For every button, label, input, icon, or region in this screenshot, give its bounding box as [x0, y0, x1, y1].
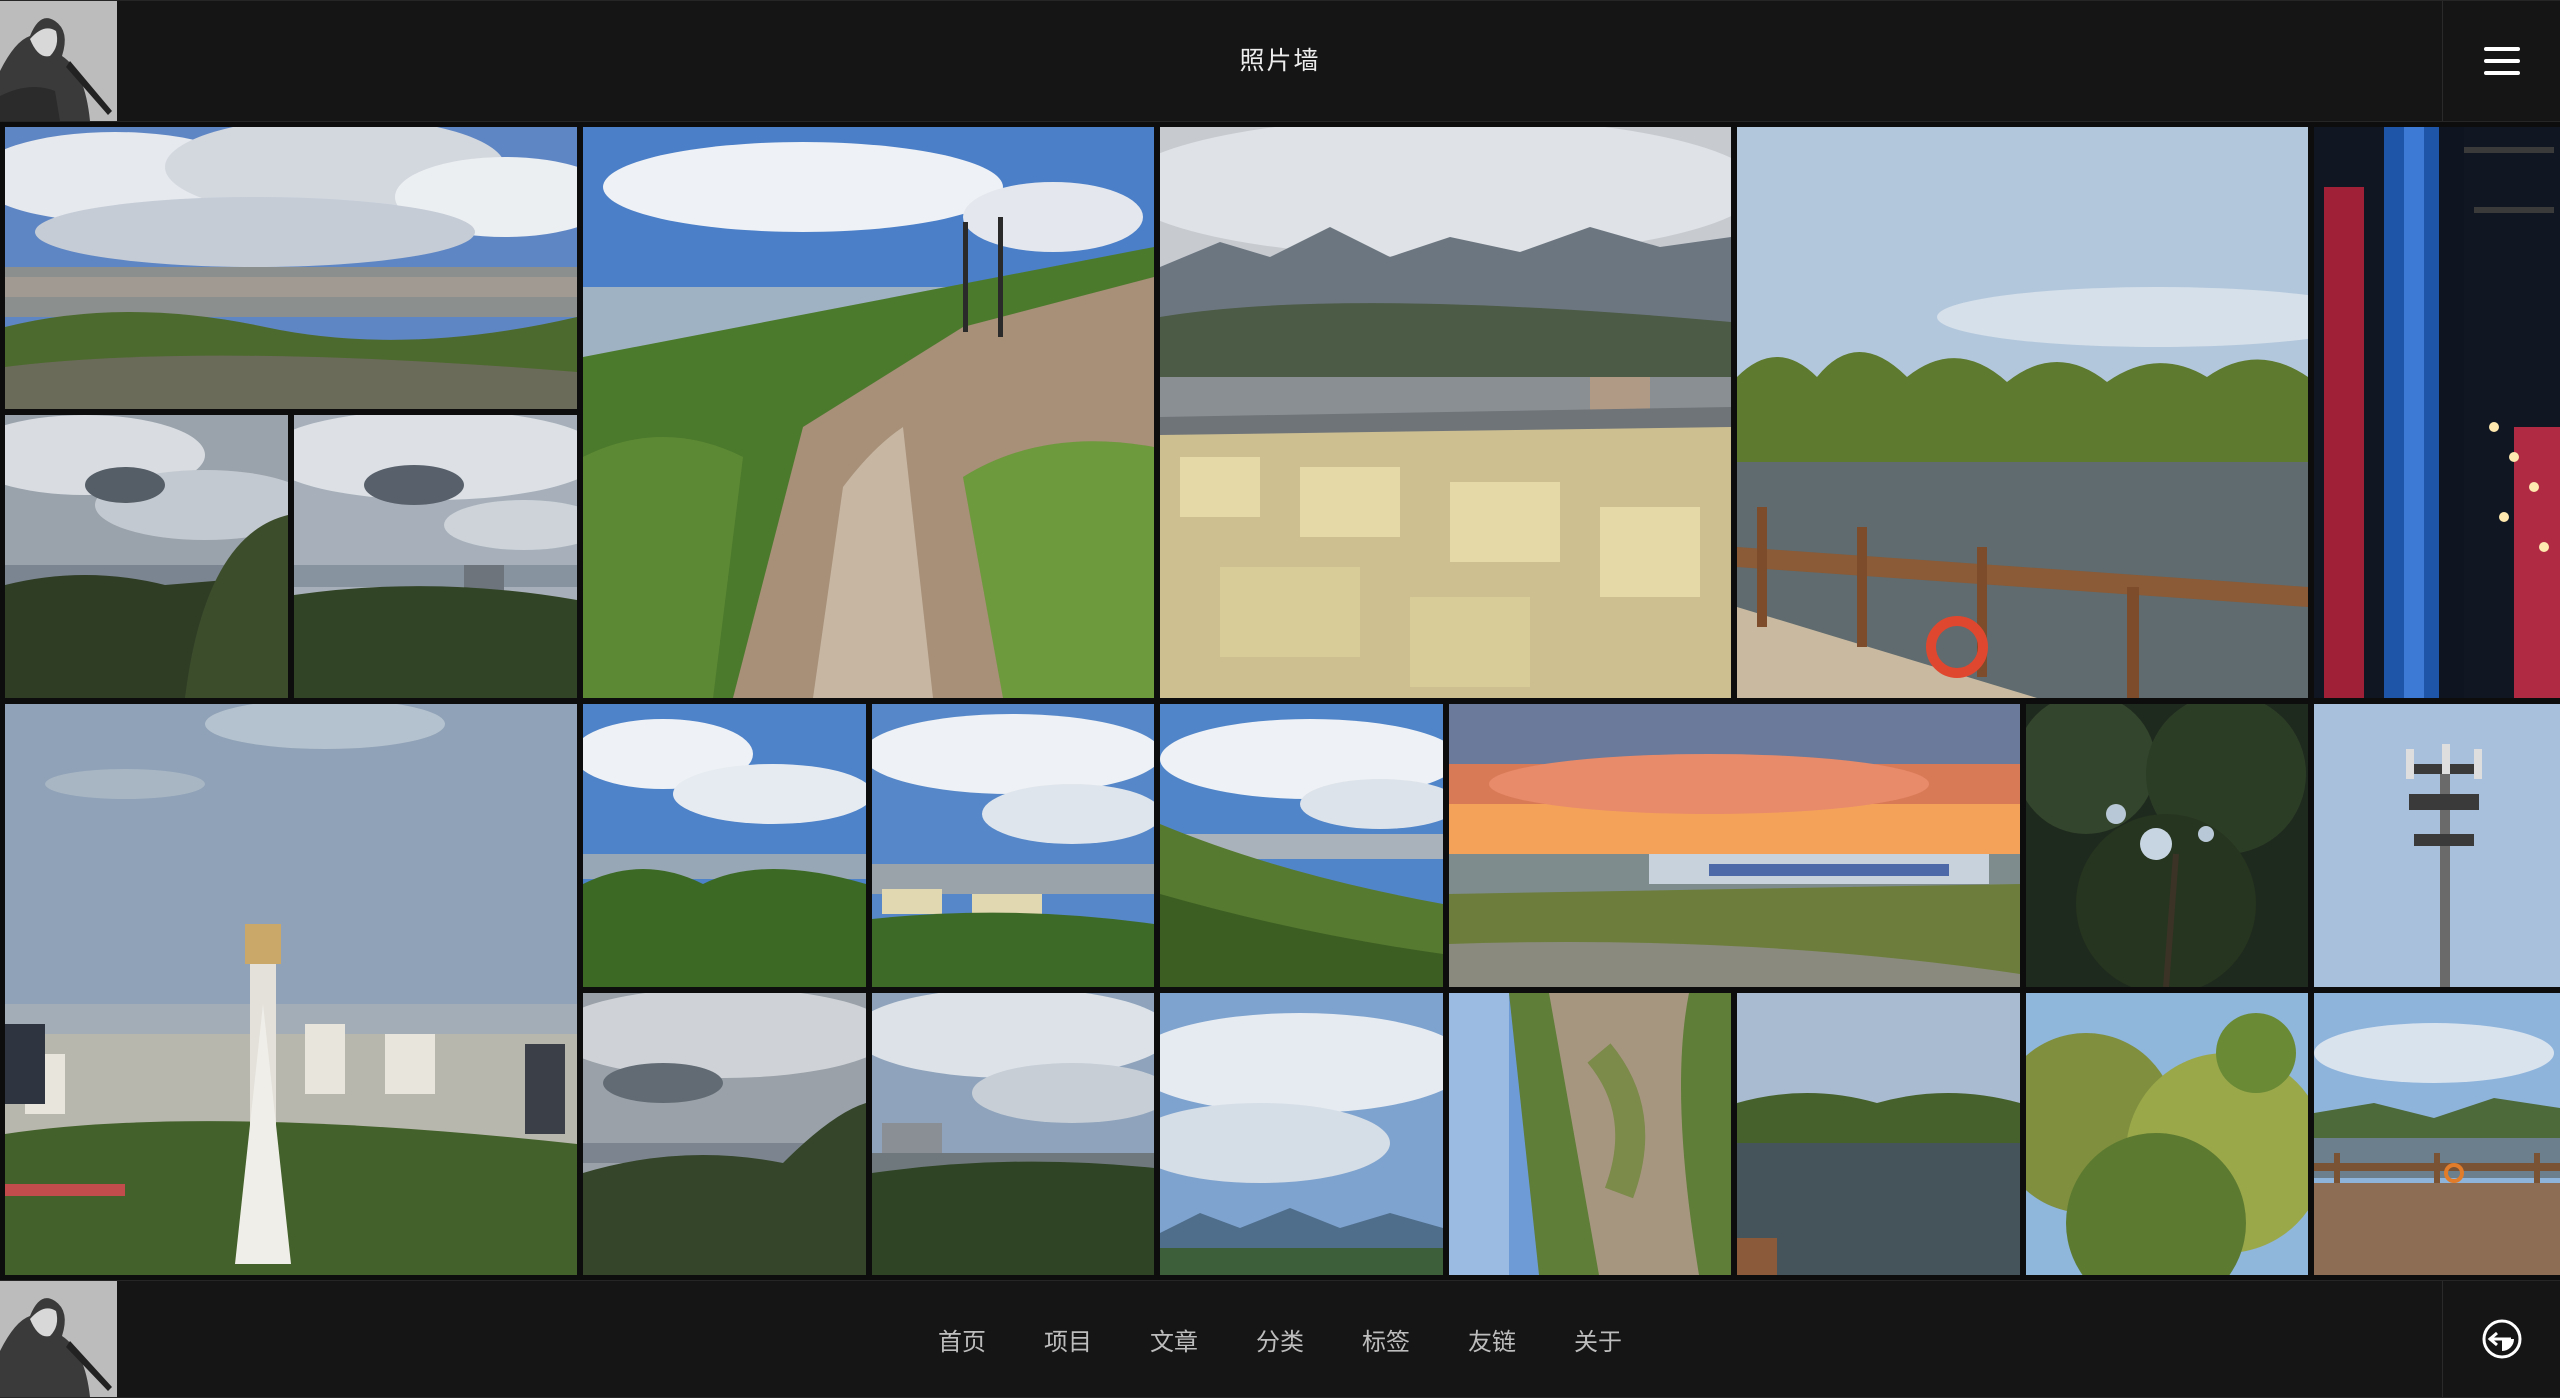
app-root: 照片墙 首页 项目 文章 分类 标签 友链 关于 [0, 0, 2560, 1398]
photo-lake-bridge[interactable] [1737, 127, 2308, 698]
photo-cloudy-town[interactable] [872, 704, 1154, 987]
photo-mountain-city[interactable] [1160, 127, 1731, 698]
photo-tree-canopy[interactable] [2026, 704, 2308, 987]
photo-wall [0, 122, 2560, 1280]
avatar-bottom[interactable] [0, 1281, 117, 1397]
nav-item-tags[interactable]: 标签 [1362, 1322, 1410, 1357]
page-title-text: 照片墙 [1239, 46, 1321, 75]
nav-item-home[interactable]: 首页 [938, 1322, 986, 1357]
theme-toggle-icon [2482, 1319, 2521, 1359]
photo-sunset-field[interactable] [1449, 704, 2020, 987]
photo-sea-clouds-2[interactable] [294, 415, 577, 698]
nav-item-articles[interactable]: 文章 [1150, 1322, 1198, 1357]
nav-item-projects[interactable]: 项目 [1044, 1322, 1092, 1357]
photo-overcast-hill[interactable] [583, 993, 866, 1275]
photo-tilted-slope[interactable] [1449, 993, 1731, 1275]
avatar[interactable] [0, 1, 117, 121]
photo-hill-path[interactable] [583, 127, 1154, 698]
photo-cloud-forest[interactable] [583, 704, 866, 987]
photo-cell-tower[interactable] [2314, 704, 2560, 987]
photo-green-slope[interactable] [1160, 704, 1443, 987]
nav-item-categories[interactable]: 分类 [1256, 1322, 1304, 1357]
nav-item-about[interactable]: 关于 [1574, 1322, 1622, 1357]
top-bar: 照片墙 [0, 0, 2560, 122]
photo-green-shrubs[interactable] [2026, 993, 2308, 1275]
bottom-bar: 首页 项目 文章 分类 标签 友链 关于 [0, 1280, 2560, 1398]
photo-lake-calm[interactable] [1737, 993, 2020, 1275]
photo-wooden-deck[interactable] [2314, 993, 2560, 1275]
nav-item-friend-links[interactable]: 友链 [1468, 1322, 1516, 1357]
hamburger-menu-icon [2483, 47, 2520, 75]
photo-sea-clouds-1[interactable] [5, 415, 288, 698]
page-title: 照片墙 [0, 1, 2560, 123]
photo-distant-mountains[interactable] [1160, 993, 1443, 1275]
photo-cloudy-buildings[interactable] [872, 993, 1154, 1275]
photo-stage-curtain[interactable] [2314, 127, 2560, 698]
avatar-image [0, 1, 117, 121]
menu-button[interactable] [2442, 1, 2560, 121]
theme-toggle-button[interactable] [2442, 1281, 2560, 1397]
footer-nav: 首页 项目 文章 分类 标签 友链 关于 [0, 1281, 2560, 1397]
avatar-image [0, 1281, 117, 1397]
photo-city-overlook[interactable] [5, 127, 577, 409]
photo-white-tower[interactable] [5, 704, 577, 1275]
